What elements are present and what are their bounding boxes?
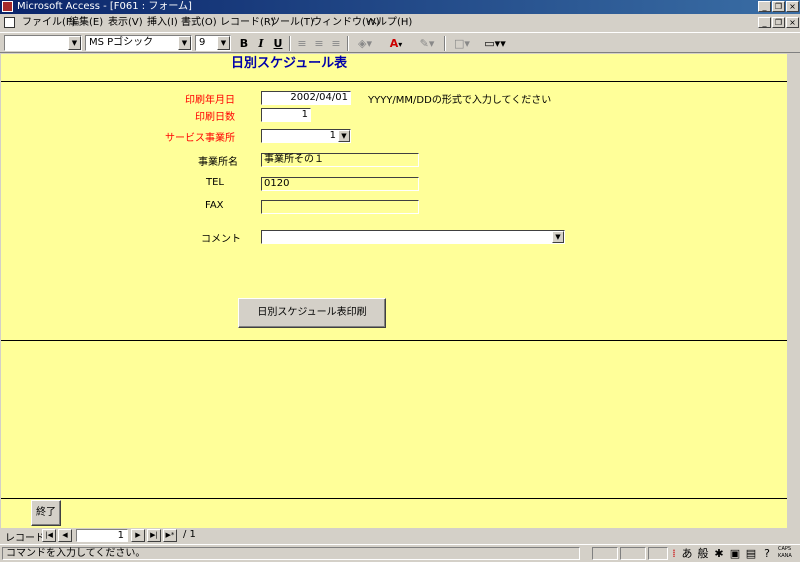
border-width-icon[interactable]: □▾ <box>449 36 475 51</box>
restore-button[interactable]: ❐ <box>772 1 785 12</box>
prev-record-icon[interactable]: ◀ <box>58 529 72 542</box>
title-bar: Microsoft Access - [F061 : フォーム] _ ❐ × <box>0 0 800 14</box>
italic-button[interactable]: I <box>253 36 269 51</box>
tel-label: TEL <box>206 177 224 188</box>
menu-format[interactable]: 書式(O) <box>181 14 217 32</box>
font-size-value: 9 <box>199 37 206 48</box>
font-color-icon: A <box>389 37 399 50</box>
fax-label: FAX <box>205 200 224 211</box>
service-office-combo[interactable]: 1 ▼ <box>261 129 351 143</box>
status-bar: コマンドを入力してください。 ⁞ あ 般 ✱ ▣ ▤ ? CAPS KANA <box>0 544 800 562</box>
ime-toolbar-icon[interactable]: ⁞ <box>669 546 679 562</box>
toolbar-separator <box>289 36 291 51</box>
toolbar-separator <box>347 36 349 51</box>
ime-dictionary-icon[interactable]: ▤ <box>744 546 758 562</box>
form-window-icon[interactable] <box>4 17 15 28</box>
access-app-icon[interactable] <box>2 1 13 12</box>
font-color-button[interactable]: A▾ <box>383 36 409 51</box>
service-office-label: サービス事業所 <box>165 133 235 144</box>
ime-help-icon[interactable]: ? <box>760 546 774 562</box>
mdi-restore-button[interactable]: ❐ <box>772 17 785 28</box>
special-effect-icon[interactable]: ▭▾▾ <box>479 36 511 51</box>
close-form-button[interactable]: 終了 <box>31 500 61 526</box>
ime-conversion-mode[interactable]: 般 <box>696 546 710 562</box>
chevron-down-icon[interactable]: ▼ <box>68 36 81 50</box>
status-panel <box>592 547 618 560</box>
toolbar-separator <box>444 36 446 51</box>
close-button[interactable]: × <box>786 1 799 12</box>
menu-bar: ファイル(F) 編集(E) 表示(V) 挿入(I) 書式(O) レコード(R) … <box>0 14 800 32</box>
last-record-icon[interactable]: ▶| <box>147 529 161 542</box>
tel-field[interactable]: 0120 <box>261 177 419 191</box>
chevron-down-icon[interactable]: ▼ <box>338 130 350 142</box>
caps-indicator: CAPS <box>778 546 792 552</box>
line-color-icon[interactable]: ✎▾ <box>414 36 440 51</box>
comment-label: コメント <box>201 234 241 245</box>
next-record-icon[interactable]: ▶ <box>131 529 145 542</box>
menu-edit[interactable]: 編集(E) <box>69 14 103 32</box>
print-schedule-button[interactable]: 日別スケジュール表印刷 <box>238 298 386 328</box>
service-office-value: 1 <box>329 130 336 141</box>
vertical-scrollbar[interactable] <box>787 54 800 528</box>
fill-color-icon[interactable]: ◈▾ <box>352 36 378 51</box>
first-record-icon[interactable]: |◀ <box>42 529 56 542</box>
status-panel <box>620 547 646 560</box>
status-panel <box>648 547 668 560</box>
menu-file[interactable]: ファイル(F) <box>22 14 76 32</box>
print-date-input[interactable]: 2002/04/01 <box>261 91 351 105</box>
form-title: 日別スケジュール表 <box>231 56 348 71</box>
form-area: 日別スケジュール表 印刷年月日 2002/04/01 YYYY/MM/DDの形式… <box>1 54 787 528</box>
ime-tool-icon[interactable]: ✱ <box>712 546 726 562</box>
footer-divider <box>1 498 787 499</box>
ime-pad-icon[interactable]: ▣ <box>728 546 742 562</box>
record-number-input[interactable]: 1 <box>76 529 128 542</box>
bold-button[interactable]: B <box>236 36 252 51</box>
align-center-icon[interactable]: ≡ <box>311 36 327 51</box>
header-divider <box>1 81 787 82</box>
underline-button[interactable]: U <box>270 36 286 51</box>
kana-indicator: KANA <box>778 553 792 559</box>
print-date-label: 印刷年月日 <box>185 95 235 106</box>
window-title: Microsoft Access - [F061 : フォーム] <box>17 1 192 12</box>
print-date-hint: YYYY/MM/DDの形式で入力してください <box>368 95 552 106</box>
minimize-button[interactable]: _ <box>758 1 771 12</box>
mdi-close-button[interactable]: × <box>786 17 799 28</box>
comment-combo[interactable]: ▼ <box>261 230 565 244</box>
print-days-input[interactable]: 1 <box>261 108 311 122</box>
new-record-icon[interactable]: ▶* <box>163 529 177 542</box>
office-name-label: 事業所名 <box>198 157 238 168</box>
record-navigation: レコード: |◀ ◀ 1 ▶ ▶| ▶* / 1 <box>0 528 800 544</box>
ime-hiragana-indicator[interactable]: あ <box>680 546 694 562</box>
font-size-combo[interactable]: 9 ▼ <box>195 35 231 51</box>
chevron-down-icon[interactable]: ▼ <box>217 36 230 50</box>
font-name-value: MS Pゴシック <box>89 37 154 48</box>
mdi-minimize-button[interactable]: _ <box>758 17 771 28</box>
align-right-icon[interactable]: ≡ <box>328 36 344 51</box>
print-days-label: 印刷日数 <box>195 112 235 123</box>
formatting-toolbar: ▼ MS Pゴシック ▼ 9 ▼ B I U ≡ ≡ ≡ ◈▾ A▾ ✎▾ □▾… <box>0 32 800 53</box>
object-combo[interactable]: ▼ <box>4 35 82 51</box>
menu-insert[interactable]: 挿入(I) <box>147 14 178 32</box>
status-text: コマンドを入力してください。 <box>2 547 580 560</box>
menu-tools[interactable]: ツール(T) <box>270 14 314 32</box>
office-name-field[interactable]: 事業所その１ <box>261 153 419 167</box>
menu-help[interactable]: ヘルプ(H) <box>367 14 412 32</box>
caps-kana-indicator: CAPS KANA <box>778 546 792 560</box>
menu-view[interactable]: 表示(V) <box>108 14 143 32</box>
chevron-down-icon[interactable]: ▼ <box>552 231 564 243</box>
font-name-combo[interactable]: MS Pゴシック ▼ <box>85 35 192 51</box>
detail-divider <box>1 340 787 341</box>
align-left-icon[interactable]: ≡ <box>294 36 310 51</box>
chevron-down-icon[interactable]: ▼ <box>178 36 191 50</box>
record-total: / 1 <box>183 529 196 540</box>
fax-field[interactable] <box>261 200 419 214</box>
menu-records[interactable]: レコード(R) <box>220 14 275 32</box>
